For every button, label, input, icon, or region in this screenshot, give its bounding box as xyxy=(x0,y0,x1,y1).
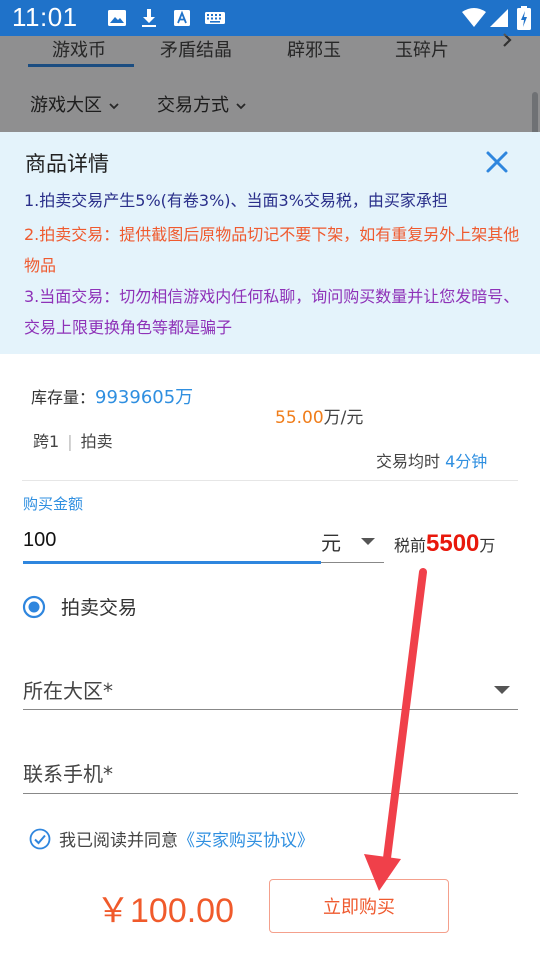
dialog-title: 商品详情 xyxy=(25,152,109,176)
price-value: 55.00 xyxy=(275,408,324,428)
signal-icon xyxy=(490,9,508,27)
image-icon xyxy=(108,10,126,26)
auction-trade-radio-label[interactable]: 拍卖交易 xyxy=(61,593,137,620)
status-time: 11:01 xyxy=(12,2,78,32)
price-unit: 万/元 xyxy=(323,408,364,428)
item-tags: 跨1 | 拍卖 xyxy=(33,428,113,452)
notice-auction: 2.拍卖交易：提供截图后原物品切记不要下架，如有重复另外上架其他物品 xyxy=(24,225,520,275)
avg-time-value: 4分钟 xyxy=(445,452,488,471)
stock-label: 库存量： xyxy=(31,388,96,407)
radio-checked-icon[interactable] xyxy=(22,595,46,619)
battery-icon xyxy=(517,6,531,30)
modal-scrim[interactable] xyxy=(0,36,540,132)
phone-input[interactable]: 联系手机* xyxy=(23,758,113,787)
notice-fee: 1.拍卖交易产生5%(有卷3%)、当面3%交易税，由买家承担 xyxy=(24,191,448,210)
pretax-value: 5500 xyxy=(426,530,480,557)
total-price: ￥100.00 xyxy=(96,892,234,930)
buy-now-button[interactable]: 立即购买 xyxy=(269,879,449,933)
region-select[interactable]: 所在大区* xyxy=(23,675,113,704)
server-tag: 跨1 xyxy=(33,432,60,451)
pretax-unit: 万 xyxy=(479,536,496,555)
unit-select-underline xyxy=(321,562,384,563)
average-trade-time: 交易均时 4分钟 xyxy=(376,448,487,472)
agreement: 我已阅读并同意《买家购买协议》 xyxy=(59,826,314,851)
region-select-underline xyxy=(23,709,518,710)
amount-label: 购买金额 xyxy=(23,495,84,513)
agreement-link[interactable]: 《买家购买协议》 xyxy=(178,831,314,851)
divider xyxy=(22,480,518,481)
pretax-amount: 税前5500万 xyxy=(394,530,495,558)
download-icon xyxy=(142,9,156,27)
trade-type-tag: 拍卖 xyxy=(80,432,113,451)
unit-price: 55.00万/元 xyxy=(275,403,363,428)
stock-value: 9939605万 xyxy=(95,387,194,408)
avg-time-label: 交易均时 xyxy=(376,452,441,471)
unit-select[interactable]: 元 xyxy=(321,524,384,564)
close-icon[interactable] xyxy=(483,148,511,176)
product-details-header: 商品详情 1.拍卖交易产生5%(有卷3%)、当面3%交易税，由买家承担 2.拍卖… xyxy=(0,132,540,354)
text-icon xyxy=(174,10,190,26)
keyboard-icon xyxy=(205,12,225,24)
dropdown-arrow-icon[interactable] xyxy=(493,685,511,695)
notice-in-person: 3.当面交易：切勿相信游戏内任何私聊，询问购买数量并让您发暗号、交易上限更换角色… xyxy=(24,287,520,337)
unit-select-value: 元 xyxy=(321,531,341,555)
amount-input[interactable] xyxy=(23,526,321,554)
status-bar: 11:01 xyxy=(0,0,540,36)
check-circle-icon[interactable] xyxy=(29,828,51,850)
pretax-label: 税前 xyxy=(394,536,427,555)
wifi-icon xyxy=(462,8,486,27)
tag-separator: | xyxy=(67,432,73,451)
agreement-text: 我已阅读并同意 xyxy=(59,831,178,851)
stock-info: 库存量：9939605万 xyxy=(31,383,193,409)
dropdown-arrow-icon xyxy=(361,538,375,545)
amount-input-underline xyxy=(23,561,321,564)
phone-input-underline xyxy=(23,793,518,794)
